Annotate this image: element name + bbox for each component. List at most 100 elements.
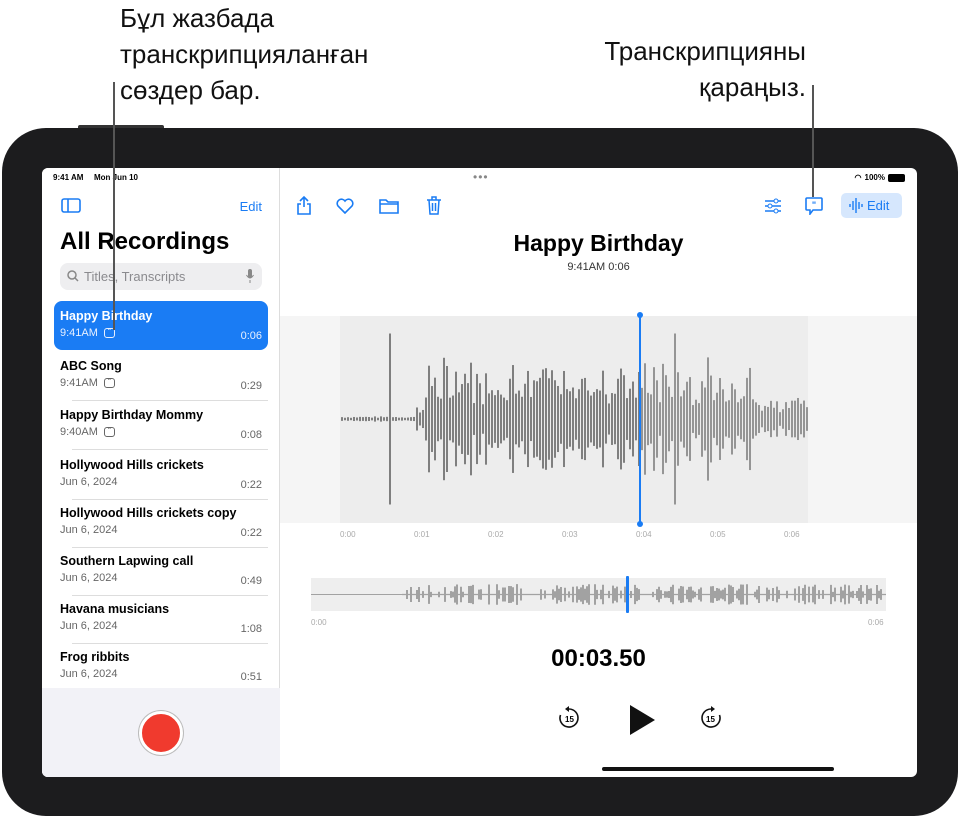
settings-sliders-icon[interactable]: [764, 198, 782, 214]
folder-icon[interactable]: [379, 198, 399, 214]
recording-title: Hollywood Hills crickets: [60, 458, 204, 472]
play-button[interactable]: [628, 704, 656, 741]
overview-waveform: [310, 584, 886, 605]
record-bar: [42, 688, 280, 777]
recording-subtitle: Jun 6, 2024: [60, 572, 262, 584]
recording-date: Jun 6, 2024: [60, 572, 118, 584]
status-time: 9:41 AM: [53, 173, 84, 182]
home-indicator[interactable]: [602, 767, 834, 771]
recording-list-item[interactable]: Hollywood Hills crickets Jun 6, 2024 0:2…: [54, 450, 268, 500]
recording-date: Jun 6, 2024: [60, 668, 118, 680]
recording-subtitle: Jun 6, 2024: [60, 668, 262, 680]
callout-line: қараңыз.: [699, 72, 806, 102]
recording-title: Havana musicians: [60, 602, 170, 616]
search-input[interactable]: Titles, Transcripts: [60, 263, 262, 290]
current-time: 00:03.50: [551, 645, 646, 672]
multitasking-dots-icon[interactable]: •••: [473, 170, 489, 184]
page-title: All Recordings: [60, 228, 230, 255]
sidebar-edit-button[interactable]: Edit: [240, 199, 262, 214]
battery-percent: 100%: [864, 173, 885, 182]
transcript-icon[interactable]: ": [805, 197, 823, 215]
recording-date: 9:41AM: [60, 377, 98, 389]
recording-duration: 0:06: [240, 330, 262, 342]
recording-duration: 1:08: [240, 623, 262, 635]
recording-duration: 0:22: [240, 527, 262, 539]
time-tick: 0:05: [710, 530, 726, 539]
recording-duration: 0:29: [240, 380, 262, 392]
overview-scrubber[interactable]: [310, 576, 886, 613]
recording-date: 9:41AM: [60, 327, 98, 339]
recording-meta: 9:41AM 0:06: [567, 261, 630, 273]
overview-start-time: 0:00: [311, 618, 327, 627]
recording-title: Hollywood Hills crickets copy: [60, 506, 237, 520]
heart-icon[interactable]: [336, 198, 354, 214]
recording-list-item[interactable]: Havana musicians Jun 6, 2024 1:08: [54, 594, 268, 644]
recording-duration: 0:22: [240, 479, 262, 491]
skip-forward-button[interactable]: 15: [699, 706, 723, 735]
recording-title: Happy Birthday Mommy: [60, 408, 204, 422]
battery-icon: [888, 173, 905, 182]
recording-subtitle: Jun 6, 2024: [60, 620, 262, 632]
recording-date: Jun 6, 2024: [60, 476, 118, 488]
trash-icon[interactable]: [426, 196, 442, 215]
recording-list-item[interactable]: Hollywood Hills crickets copy Jun 6, 202…: [54, 498, 268, 548]
skip-back-15-icon: 15: [559, 706, 579, 728]
recording-title: ABC Song: [60, 359, 122, 373]
recording-duration: 0:49: [240, 575, 262, 587]
screen: 9:41 AM Mon Jun 10 Edit All Recordings T…: [42, 168, 917, 777]
skip-forward-15-icon: 15: [701, 706, 721, 728]
callout-leader-right: [812, 85, 814, 197]
callout-leader-left: [113, 82, 115, 330]
svg-text:": ": [812, 200, 816, 210]
search-placeholder: Titles, Transcripts: [84, 269, 186, 284]
callout-view-transcript: Транскрипцияны қараңыз.: [604, 33, 806, 105]
recording-subtitle: 9:40AM ": [60, 426, 262, 438]
share-icon[interactable]: [296, 195, 312, 215]
edit-label: Edit: [867, 198, 890, 213]
recording-title: Southern Lapwing call: [60, 554, 194, 568]
time-tick: 0:06: [784, 530, 800, 539]
callout-line: транскрипцияланған: [120, 39, 369, 69]
sidebar: 9:41 AM Mon Jun 10 Edit All Recordings T…: [42, 168, 280, 777]
waveform[interactable]: [280, 316, 917, 523]
playhead[interactable]: [637, 312, 643, 527]
recording-date: Jun 6, 2024: [60, 524, 118, 536]
recording-title: Happy Birthday: [60, 309, 153, 323]
recording-subtitle: 9:41AM ": [60, 327, 262, 339]
recording-detail: ••• ◠ 100% " Edit Happy Birthday 9:41AM 0…: [280, 168, 917, 777]
recording-list-item[interactable]: Happy Birthday 9:41AM " 0:06: [54, 301, 268, 350]
recording-list-item[interactable]: Southern Lapwing call Jun 6, 2024 0:49: [54, 546, 268, 596]
waveform-icon: [849, 198, 863, 213]
waveform-bars: [341, 333, 808, 505]
recording-date: 9:40AM: [60, 426, 98, 438]
recording-title: Happy Birthday: [513, 230, 684, 256]
play-icon: [630, 705, 655, 735]
time-tick: 0:00: [340, 530, 356, 539]
time-tick: 0:04: [636, 530, 652, 539]
search-icon: [67, 270, 79, 282]
recording-duration: 0:08: [240, 429, 262, 441]
time-tick: 0:03: [562, 530, 578, 539]
sidebar-toggle-icon[interactable]: [61, 198, 81, 213]
svg-text:15: 15: [565, 715, 574, 724]
time-tick: 0:02: [488, 530, 504, 539]
overview-end-time: 0:06: [868, 618, 884, 627]
callout-line: Бұл жазбада: [120, 3, 275, 33]
callout-line: сөздер бар.: [120, 75, 261, 105]
recording-duration: 0:51: [240, 671, 262, 683]
recording-list-item[interactable]: ABC Song 9:41AM " 0:29: [54, 351, 268, 401]
svg-text:15: 15: [706, 715, 715, 724]
record-button[interactable]: [139, 711, 183, 755]
transcript-icon: ": [103, 378, 115, 388]
callout-transcribed: Бұл жазбада транскрипцияланған сөздер ба…: [120, 0, 368, 108]
status-date: Mon Jun 10: [94, 173, 139, 182]
overview-playhead[interactable]: [626, 576, 629, 613]
microphone-icon[interactable]: [246, 269, 254, 283]
skip-back-button[interactable]: 15: [557, 706, 581, 735]
edit-recording-button[interactable]: Edit: [841, 193, 902, 218]
recording-list-item[interactable]: Frog ribbits Jun 6, 2024 0:51: [54, 642, 268, 692]
status-right: ◠ 100%: [855, 173, 905, 182]
transcript-icon: ": [103, 427, 115, 437]
recording-list-item[interactable]: Happy Birthday Mommy 9:40AM " 0:08: [54, 400, 268, 450]
recording-subtitle: Jun 6, 2024: [60, 524, 262, 536]
